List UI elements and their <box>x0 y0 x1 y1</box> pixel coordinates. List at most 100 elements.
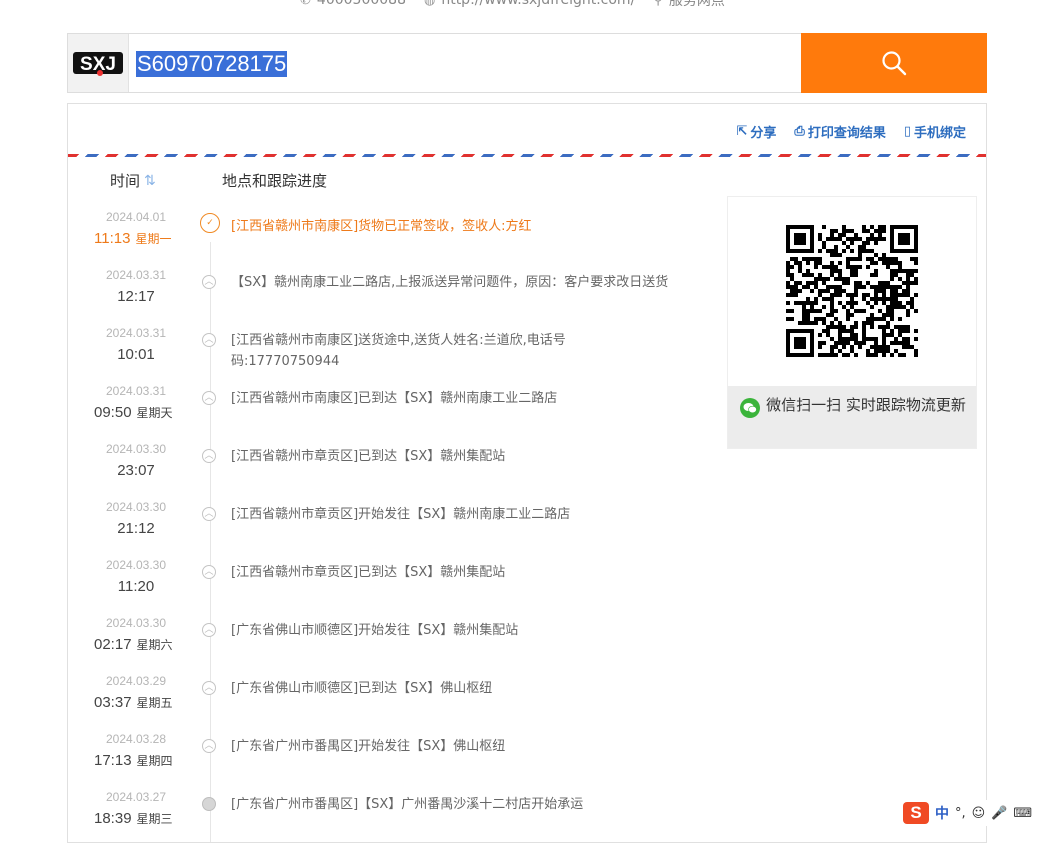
website-url: http://www.sxjdfreight.com/ <box>441 0 636 8</box>
timeline-node-icon: ︿ <box>202 275 216 289</box>
tracking-date: 2024.03.31 <box>105 326 167 340</box>
ime-punctuation[interactable]: °, <box>955 806 966 821</box>
tracking-time: 03:37 星期五 <box>94 694 184 711</box>
sort-icon[interactable]: ⇅ <box>144 173 156 189</box>
tracking-weekday: 星期五 <box>136 696 173 710</box>
phone-link[interactable]: ✆ 4000500088 <box>300 0 406 8</box>
tracking-weekday: 星期六 <box>136 638 173 652</box>
website-link[interactable]: ◍ http://www.sxjdfreight.com/ <box>424 0 635 8</box>
outlets-link[interactable]: ⚲ 服务网点 <box>653 0 725 10</box>
search-bar: SXJ S60970728175 <box>67 33 987 93</box>
company-logo: SXJ <box>68 34 129 92</box>
tracking-event-text: [江西省赣州市章贡区]已到达【SX】赣州集配站 <box>231 565 506 580</box>
tracking-row: 2024.03.30 11:20 ︿ [江西省赣州市章贡区]已到达【SX】赣州集配站 <box>68 558 708 616</box>
tracking-time: 17:13 星期四 <box>94 752 184 769</box>
tracking-weekday: 星期天 <box>136 406 173 420</box>
tracking-time: 21:12 <box>104 520 168 537</box>
keyboard-icon[interactable]: ⌨ <box>1013 806 1032 821</box>
tracking-clock: 10:01 <box>117 346 155 363</box>
ime-mode[interactable]: 中 <box>935 803 949 823</box>
timeline-node-icon: ︿ <box>202 623 216 637</box>
tracking-clock: 03:37 <box>94 694 132 711</box>
print-label: 打印查询结果 <box>807 126 886 141</box>
tracking-panel: ⇱ 分享 ⎙ 打印查询结果 ▯ 手机绑定 时间 ⇅ 地点和跟踪进度 2024.0… <box>67 103 987 843</box>
tracking-row: 2024.03.30 23:07 ︿ [江西省赣州市章贡区]已到达【SX】赣州集配站 <box>68 442 708 500</box>
print-button[interactable]: ⎙ 打印查询结果 <box>794 122 885 141</box>
qr-caption: 微信扫一扫 实时跟踪物流更新 <box>728 386 976 448</box>
timeline-node-icon: ︿ <box>202 739 216 753</box>
tracking-date: 2024.03.30 <box>105 442 167 456</box>
tracking-row: 2024.03.31 10:01 ︿ [江西省赣州市南康区]送货途中,送货人姓名:兰道… <box>68 326 708 384</box>
location-pin-icon: ⚲ <box>653 0 663 8</box>
tracking-clock: 23:07 <box>117 462 155 479</box>
tracking-row: 2024.03.31 09:50 星期天 ︿ [江西省赣州市南康区]已到达【SX】赣州南… <box>68 384 708 442</box>
search-button[interactable] <box>801 33 987 93</box>
tracking-row: 2024.03.28 17:13 星期四 ︿ [广东省广州市番禺区]开始发往【SX】佛山… <box>68 732 708 790</box>
place-column-header: 地点和跟踪进度 <box>222 172 328 190</box>
tracking-clock: 11:13 <box>94 230 131 247</box>
tracking-weekday: 星期一 <box>135 232 172 246</box>
tracking-time: 23:07 <box>104 462 168 479</box>
microphone-icon[interactable]: 🎤 <box>991 806 1007 821</box>
search-icon <box>882 51 907 76</box>
tracking-event-text: 【SX】赣州南康工业二路店,上报派送异常问题件，原因：客户要求改日送货 <box>231 275 669 290</box>
tracking-event-text: [江西省赣州市章贡区]已到达【SX】赣州集配站 <box>231 449 506 464</box>
globe-icon: ◍ <box>423 0 436 8</box>
timeline-node-icon: ︿ <box>202 507 216 521</box>
sxj-logo-icon: SXJ <box>73 52 123 76</box>
time-header-label: 时间 <box>110 172 141 190</box>
printer-icon: ⎙ <box>794 124 805 139</box>
tracking-weekday: 星期三 <box>136 812 173 826</box>
tracking-number-input[interactable]: S60970728175 <box>136 51 288 77</box>
tracking-date: 2024.03.30 <box>105 500 167 514</box>
tracking-clock: 02:17 <box>94 636 132 653</box>
outlets-label: 服务网点 <box>668 0 725 9</box>
tracking-time: 18:39 星期三 <box>94 810 184 827</box>
tracking-date: 2024.03.28 <box>105 732 167 746</box>
qr-code-image <box>786 225 918 357</box>
qr-caption-text: 微信扫一扫 实时跟踪物流更新 <box>766 396 966 414</box>
airmail-divider <box>68 154 986 157</box>
tracking-time: 11:13 星期一 <box>94 230 184 247</box>
timeline-node-icon: ︿ <box>202 449 216 463</box>
delivered-check-icon: ✓ <box>200 213 220 233</box>
tracking-date: 2024.03.31 <box>105 384 167 398</box>
timeline-node-icon: ︿ <box>202 565 216 579</box>
emoji-icon[interactable]: ☺ <box>972 806 986 821</box>
share-button[interactable]: ⇱ 分享 <box>736 122 776 141</box>
sogou-ime-icon[interactable]: S <box>903 802 929 824</box>
tracking-row: 2024.03.27 18:39 星期三 [广东省广州市番禺区]【SX】广州番禺沙溪十… <box>68 790 708 848</box>
timeline-node-icon <box>202 797 216 811</box>
ime-toolbar: S 中 °, ☺ 🎤 ⌨ <box>899 800 1051 826</box>
tracking-event-text: [广东省广州市番禺区]【SX】广州番禺沙溪十二村店开始承运 <box>231 797 584 812</box>
timeline-node-icon: ︿ <box>202 391 216 405</box>
phone-number: 4000500088 <box>316 0 406 8</box>
tracking-time: 11:20 <box>104 578 168 595</box>
tracking-time: 02:17 星期六 <box>94 636 184 653</box>
tracking-date: 2024.03.31 <box>105 268 167 282</box>
time-column-header[interactable]: 时间 ⇅ <box>110 170 156 191</box>
timeline-node-icon: ︿ <box>202 681 216 695</box>
tracking-time: 09:50 星期天 <box>94 404 184 421</box>
tracking-row: 2024.03.29 03:37 星期五 ︿ [广东省佛山市顺德区]已到达【SX】佛山枢… <box>68 674 708 732</box>
tracking-event-text: [广东省广州市番禺区]开始发往【SX】佛山枢纽 <box>231 739 506 754</box>
tracking-event-text: [江西省赣州市南康区]货物已正常签收，签收人:方红 <box>231 219 532 234</box>
tracking-row: 2024.03.31 12:17 ︿ 【SX】赣州南康工业二路店,上报派送异常问题件，… <box>68 268 708 326</box>
tracking-event-text: [广东省佛山市顺德区]开始发往【SX】赣州集配站 <box>231 623 519 638</box>
tracking-clock: 17:13 <box>94 752 132 769</box>
tracking-event-text: [江西省赣州市南康区]已到达【SX】赣州南康工业二路店 <box>231 391 558 406</box>
tracking-date: 2024.03.30 <box>105 558 167 572</box>
share-icon: ⇱ <box>736 124 748 139</box>
tracking-row: 2024.03.30 02:17 星期六 ︿ [广东省佛山市顺德区]开始发往【SX】赣州… <box>68 616 708 674</box>
bind-phone-button[interactable]: ▯ 手机绑定 <box>904 122 966 141</box>
phone-icon: ✆ <box>300 0 311 8</box>
tracking-date: 2024.04.01 <box>105 210 167 224</box>
bind-phone-label: 手机绑定 <box>913 126 966 141</box>
wechat-icon <box>740 398 761 418</box>
tracking-clock: 21:12 <box>117 520 155 537</box>
tracking-event-text: [广东省佛山市顺德区]已到达【SX】佛山枢纽 <box>231 681 493 696</box>
tracking-event-text: [江西省赣州市章贡区]开始发往【SX】赣州南康工业二路店 <box>231 507 571 522</box>
tracking-clock: 18:39 <box>94 810 132 827</box>
tracking-row: 2024.04.01 11:13 星期一 ✓ [江西省赣州市南康区]货物已正常签收，签收… <box>68 210 708 268</box>
tracking-date: 2024.03.30 <box>105 616 167 630</box>
